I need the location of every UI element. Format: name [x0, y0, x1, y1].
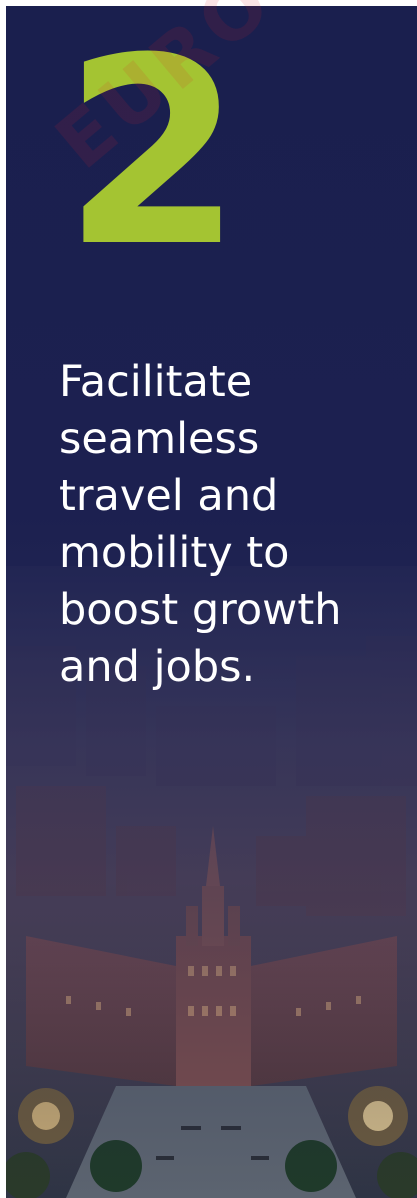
- priority-banner: 2 Facilitate seamless travel and mobilit…: [6, 6, 417, 1198]
- priority-headline: Facilitate seamless travel and mobility …: [59, 357, 342, 692]
- priority-number: 2: [63, 6, 243, 303]
